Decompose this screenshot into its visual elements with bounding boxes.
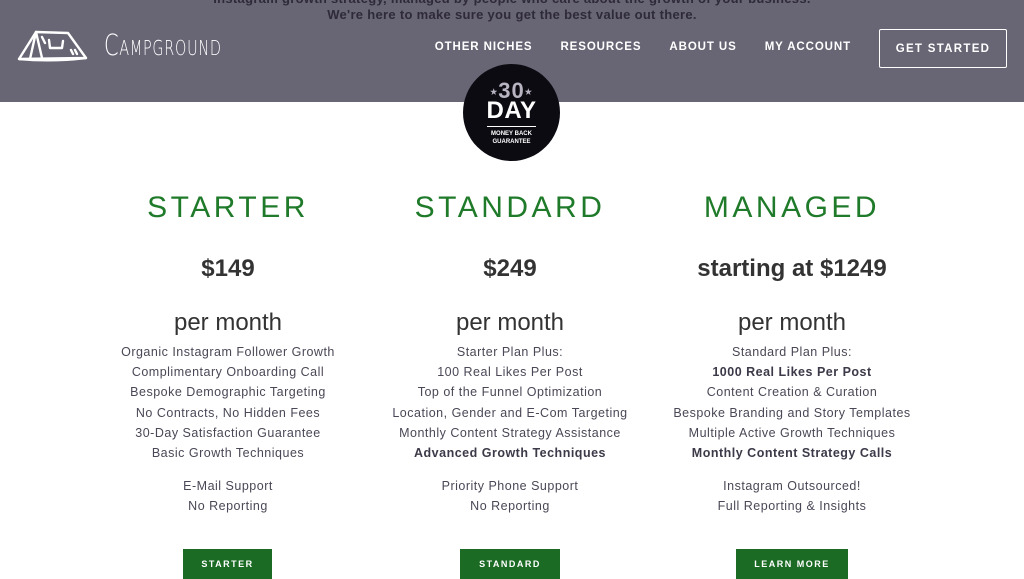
plan-card-starter: STARTER $149 per month Organic Instagram… — [78, 188, 378, 517]
feature-item: Bespoke Demographic Targeting — [130, 385, 326, 400]
nav-about-us[interactable]: ABOUT US — [669, 41, 736, 53]
feature-item: Content Creation & Curation — [706, 385, 878, 400]
get-started-button[interactable]: GET STARTED — [879, 29, 1007, 68]
plan-name: STARTER — [147, 191, 309, 224]
plan-support: Priority Phone Support No Reporting — [360, 476, 660, 516]
feature-item: Complimentary Onboarding Call — [131, 365, 325, 380]
feature-item: Top of the Funnel Optimization — [417, 385, 603, 400]
feature-item: No Contracts, No Hidden Fees — [135, 405, 321, 420]
plan-name: MANAGED — [703, 191, 881, 224]
plan-card-standard: STANDARD $249 per month Starter Plan Plu… — [360, 188, 660, 517]
feature-item: 1000 Real Likes Per Post — [712, 365, 872, 380]
badge-divider — [487, 126, 536, 127]
feature-item: Basic Growth Techniques — [151, 446, 305, 461]
feature-item: 30-Day Satisfaction Guarantee — [135, 425, 321, 440]
support-item: Instagram Outsourced! — [723, 479, 861, 494]
standard-plan-button[interactable]: STANDARD — [460, 549, 560, 579]
starter-plan-button[interactable]: STARTER — [183, 549, 272, 579]
plan-features: Organic Instagram Follower Growth Compli… — [78, 342, 378, 463]
feature-item: Monthly Content Strategy Assistance — [399, 425, 621, 440]
plan-period: per month — [737, 309, 847, 336]
plan-period: per month — [173, 309, 283, 336]
feature-item: Standard Plan Plus: — [732, 345, 852, 359]
brand-logo[interactable]: Campground — [16, 26, 267, 64]
support-item: No Reporting — [188, 499, 268, 514]
plan-price: $149 — [201, 255, 255, 282]
announcement-line-2: We're here to make sure you get the best… — [327, 7, 697, 22]
plan-features: Starter Plan Plus: 100 Real Likes Per Po… — [360, 342, 660, 463]
star-icon: ★ — [524, 87, 533, 97]
support-item: E-Mail Support — [183, 479, 273, 494]
plan-price: $249 — [483, 255, 537, 282]
feature-item: Multiple Active Growth Techniques — [688, 425, 896, 440]
plan-features: Standard Plan Plus: 1000 Real Likes Per … — [642, 342, 942, 463]
main-nav: OTHER NICHES RESOURCES ABOUT US MY ACCOU… — [435, 41, 851, 53]
badge-unit: DAY — [486, 97, 537, 124]
plan-card-managed: MANAGED starting at $1249 per month Stan… — [642, 188, 942, 517]
announcement-line-1: Instagram growth strategy, managed by pe… — [0, 0, 1024, 6]
feature-item: Monthly Content Strategy Calls — [691, 446, 893, 461]
support-item: Full Reporting & Insights — [717, 499, 867, 514]
plan-period: per month — [455, 309, 565, 336]
plan-support: Instagram Outsourced! Full Reporting & I… — [642, 476, 942, 516]
nav-my-account[interactable]: MY ACCOUNT — [765, 41, 851, 53]
learn-more-button[interactable]: LEARN MORE — [736, 549, 848, 579]
feature-item: Organic Instagram Follower Growth — [121, 345, 335, 359]
feature-item: Advanced Growth Techniques — [414, 446, 606, 461]
brand-name: Campground — [104, 28, 222, 62]
feature-item: Location, Gender and E-Com Targeting — [392, 405, 628, 420]
feature-item: 100 Real Likes Per Post — [437, 365, 583, 380]
nav-resources[interactable]: RESOURCES — [560, 41, 641, 53]
support-item: Priority Phone Support — [441, 479, 579, 494]
nav-other-niches[interactable]: OTHER NICHES — [435, 41, 533, 53]
tent-icon — [17, 30, 88, 62]
badge-caption: MONEY BACK GUARANTEE — [491, 131, 532, 145]
plan-support: E-Mail Support No Reporting — [78, 476, 378, 516]
feature-item: Bespoke Branding and Story Templates — [673, 405, 911, 420]
plan-name: STANDARD — [414, 191, 606, 224]
feature-item: Starter Plan Plus: — [456, 345, 564, 359]
support-item: No Reporting — [470, 499, 550, 514]
plan-price: starting at $1249 — [697, 255, 887, 282]
money-back-guarantee-badge: ★30★ DAY MONEY BACK GUARANTEE — [463, 64, 560, 161]
